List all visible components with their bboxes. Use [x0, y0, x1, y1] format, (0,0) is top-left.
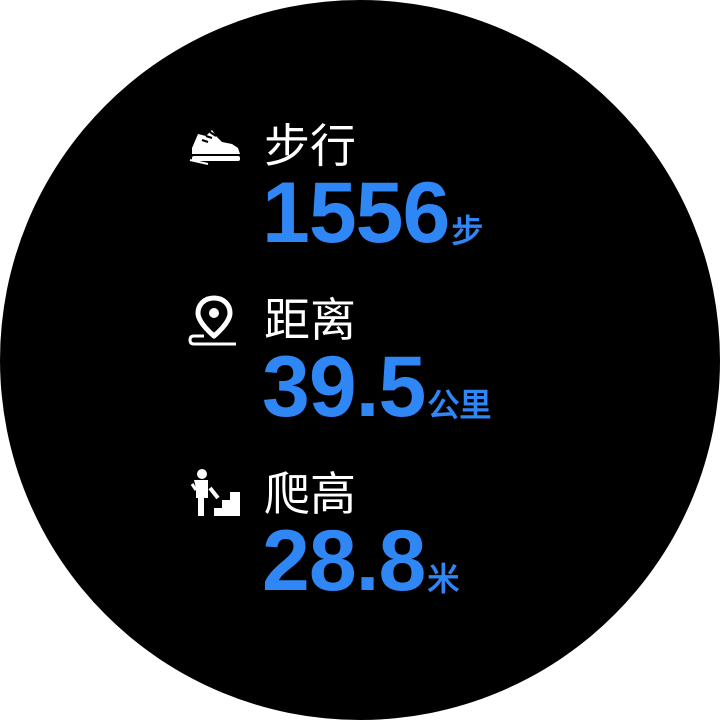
climb-stairs-icon [188, 468, 244, 520]
steps-metric: 步行 1556步 [188, 118, 608, 256]
steps-value: 1556 [262, 165, 450, 261]
steps-unit: 步 [451, 212, 484, 250]
watch-face: 步行 1556步 距离 39.5公里 爬高 28.8米 [0, 0, 720, 720]
location-pin-icon [188, 294, 244, 346]
distance-unit: 公里 [427, 386, 492, 424]
distance-metric: 距离 39.5公里 [188, 292, 608, 430]
climb-value: 28.8 [262, 513, 426, 609]
distance-value-row: 39.5公里 [262, 344, 491, 430]
distance-value: 39.5 [262, 339, 426, 435]
climb-metric: 爬高 28.8米 [188, 466, 608, 604]
steps-value-row: 1556步 [262, 170, 483, 256]
climb-value-row: 28.8米 [262, 518, 459, 604]
climb-unit: 米 [427, 560, 460, 598]
shoe-icon [188, 120, 244, 172]
